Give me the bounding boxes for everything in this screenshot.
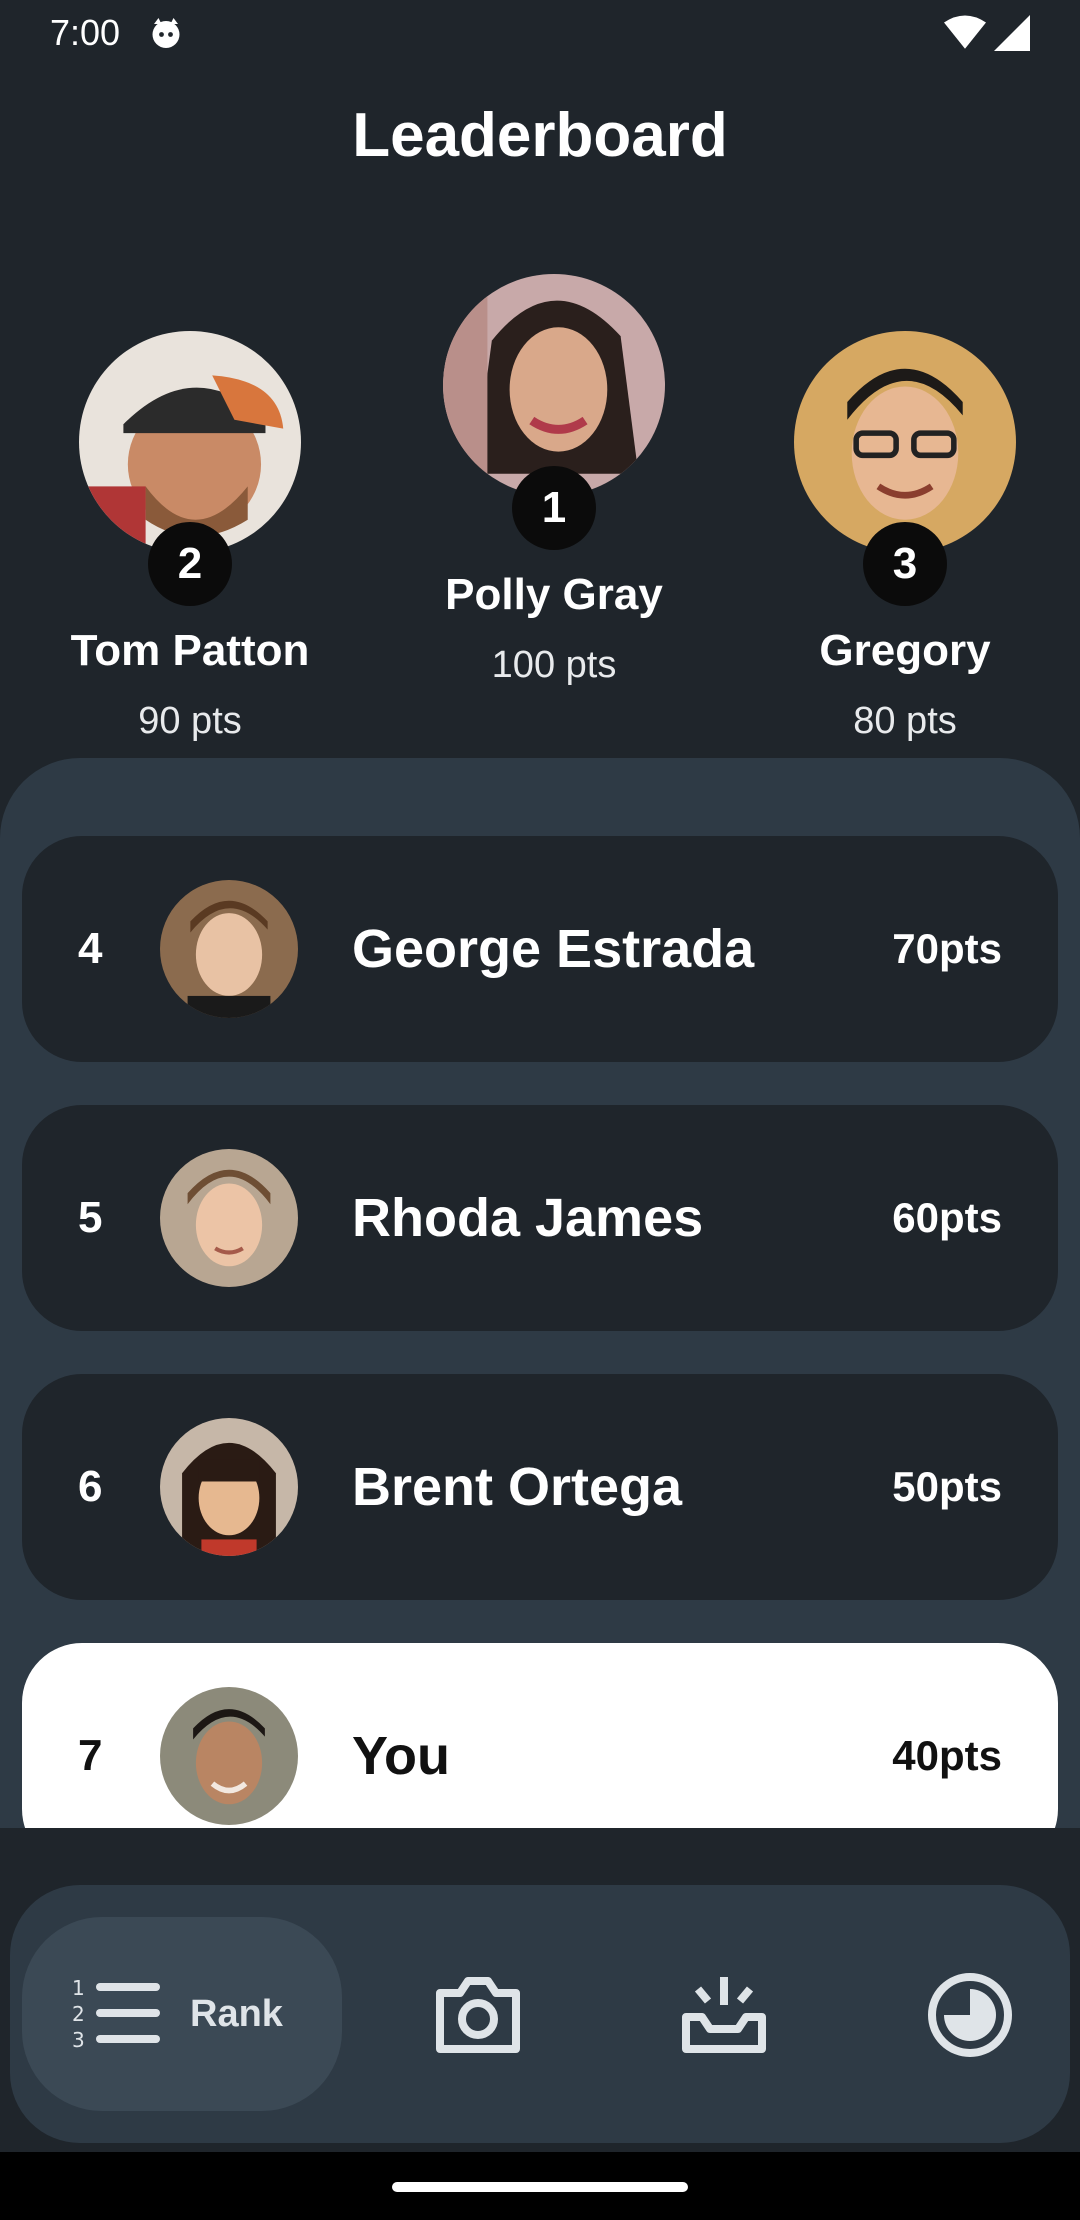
row-points: 60pts	[892, 1194, 1002, 1241]
avatar	[794, 331, 1016, 553]
avatar	[79, 331, 301, 553]
podium-points: 80 pts	[853, 700, 957, 742]
list-item[interactable]: 6 Brent Ortega 50pts	[22, 1374, 1058, 1600]
leaderboard-list[interactable]: 4 George Estrada 70pts 5 Rhoda James 60p…	[0, 758, 1080, 1828]
nav-stats-tab[interactable]	[920, 1965, 1020, 2065]
nav-camera-tab[interactable]	[428, 1965, 528, 2065]
row-rank: 6	[78, 1462, 103, 1511]
row-points: 50pts	[892, 1463, 1002, 1510]
list-item-current-user[interactable]: 7 You 40pts	[22, 1643, 1058, 1828]
list-item[interactable]: 4 George Estrada 70pts	[22, 836, 1058, 1062]
cat-icon	[152, 18, 180, 48]
row-rank: 4	[78, 924, 103, 973]
status-bar: 7:00	[0, 0, 1080, 66]
rank-badge: 1	[512, 466, 596, 550]
signal-icon	[994, 15, 1030, 51]
row-name: You	[352, 1726, 450, 1786]
home-indicator[interactable]	[392, 2182, 688, 2192]
podium-points: 90 pts	[138, 700, 242, 742]
pie-chart-icon	[928, 1973, 1012, 2057]
row-name: Brent Ortega	[352, 1457, 683, 1517]
avatar	[160, 1149, 298, 1287]
nav-rank-tab[interactable]: 1 2 3 Rank	[22, 1917, 342, 2111]
podium-points: 100 pts	[491, 644, 617, 686]
podium-name: Polly Gray	[445, 570, 663, 619]
row-points: 40pts	[892, 1732, 1002, 1779]
svg-text:1: 1	[72, 1977, 85, 2000]
inbox-download-icon	[682, 1977, 766, 2053]
row-rank: 5	[78, 1193, 103, 1242]
nav-rank-label: Rank	[190, 1992, 283, 2035]
svg-text:2: 2	[72, 2002, 85, 2026]
camera-icon	[436, 1977, 520, 2053]
avatar	[160, 1418, 298, 1556]
rank-badge: 3	[863, 522, 947, 606]
rank-badge: 2	[148, 522, 232, 606]
status-time: 7:00	[50, 12, 121, 53]
podium-name: Gregory	[819, 626, 991, 675]
row-name: George Estrada	[352, 919, 755, 979]
page-title: Leaderboard	[352, 101, 728, 170]
avatar	[443, 274, 665, 496]
row-name: Rhoda James	[352, 1188, 704, 1248]
ranked-list-icon: 1 2 3	[72, 1977, 160, 2051]
nav-inbox-tab[interactable]	[674, 1965, 774, 2065]
list-item[interactable]: 5 Rhoda James 60pts	[22, 1105, 1058, 1331]
avatar	[160, 1687, 298, 1825]
divider	[0, 1828, 1080, 1888]
row-points: 70pts	[892, 925, 1002, 972]
podium-name: Tom Patton	[70, 626, 310, 675]
svg-text:3: 3	[72, 2028, 85, 2051]
row-rank: 7	[78, 1731, 103, 1780]
avatar	[160, 880, 298, 1018]
bottom-navigation: 1 2 3 Rank	[10, 1885, 1070, 2143]
wifi-icon	[944, 15, 986, 49]
